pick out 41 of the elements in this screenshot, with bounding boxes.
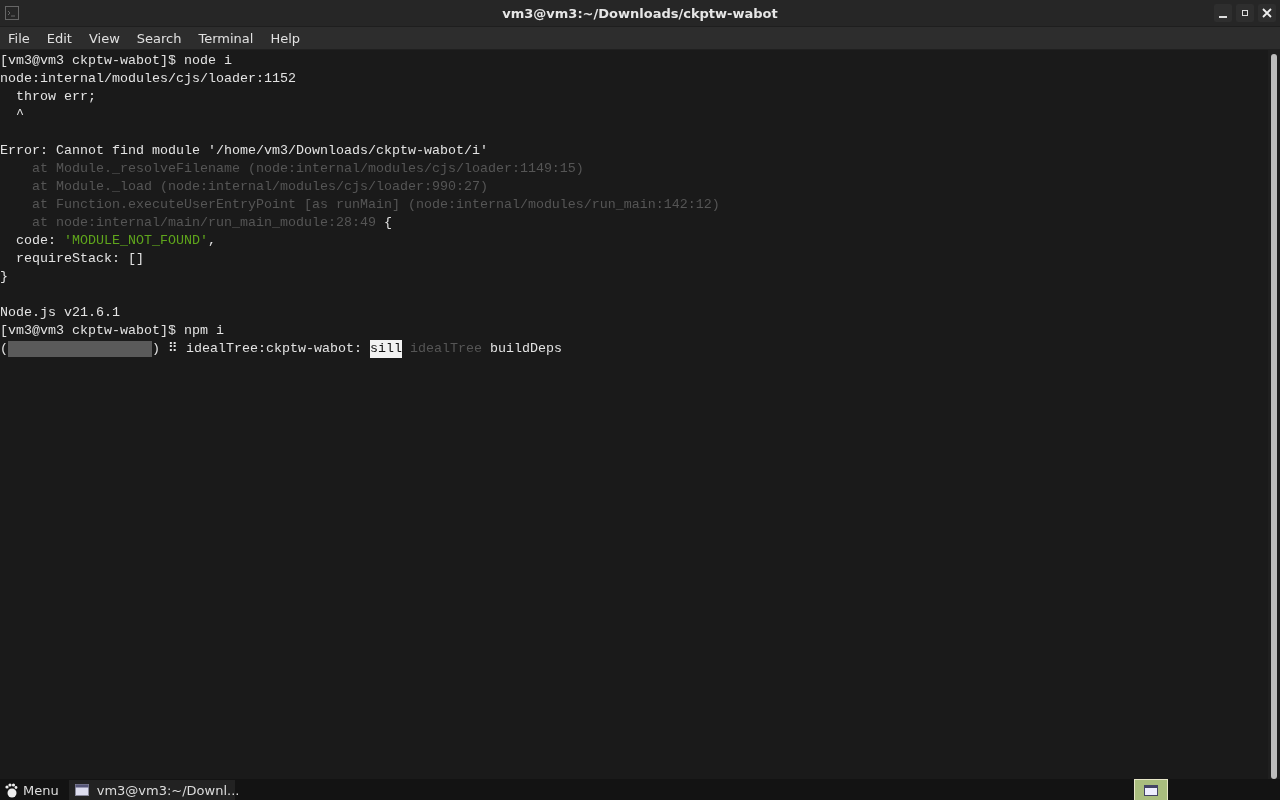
close-button[interactable] — [1258, 4, 1276, 22]
terminal-text: idealTree — [409, 340, 482, 358]
terminal-icon — [5, 6, 19, 20]
scrollbar-thumb[interactable] — [1271, 54, 1277, 779]
terminal-line: at Function.executeUserEntryPoint [as runMain] (node:internal/modules/run_main:142:12) — [31, 197, 720, 212]
menu-item[interactable]: Help — [265, 30, 306, 46]
close-icon — [1261, 7, 1273, 19]
terminal-text: buildDeps — [489, 340, 562, 358]
maximize-button[interactable] — [1236, 4, 1254, 22]
menu-item[interactable]: Edit — [41, 30, 77, 46]
terminal-text: ⠿ — [168, 340, 178, 358]
terminal-text: ) — [152, 340, 160, 358]
terminal-text: ( — [0, 340, 8, 358]
terminal-line: ^ — [15, 107, 24, 122]
window-title: vm3@vm3:~/Downloads/ckptw-wabot — [502, 5, 778, 21]
terminal-line: at Module._load (node:internal/modules/cjs/loader:990:27) — [31, 179, 488, 194]
menu-item[interactable]: View — [83, 30, 125, 46]
terminal-line: } — [0, 269, 8, 284]
window-icon — [74, 784, 89, 796]
terminal-line: [vm3@vm3 ckptw-wabot]$ node i — [0, 53, 232, 68]
terminal-line: at Module._resolveFilename (node:internal/modules/cjs/loader:1149:15) — [31, 161, 584, 176]
minimize-button[interactable] — [1214, 4, 1232, 22]
menu-item[interactable]: Search — [131, 30, 187, 46]
terminal-line: code: 'MODULE_NOT_FOUND', — [15, 233, 216, 248]
terminal-text: idealTree:ckptw-wabot: — [186, 340, 362, 358]
show-desktop-button[interactable] — [1134, 779, 1168, 800]
terminal-line: [vm3@vm3 ckptw-wabot]$ npm i — [0, 323, 224, 338]
menu-button[interactable]: Menu — [0, 782, 65, 798]
foot-icon — [4, 782, 18, 798]
terminal-line: Node.js v21.6.1 — [0, 305, 120, 320]
terminal-line: Error: Cannot find module '/home/vm3/Downloads/ckptw-wabot/i' — [0, 143, 488, 158]
terminal-line: throw err; — [15, 89, 96, 104]
menu-item[interactable]: Terminal — [193, 30, 259, 46]
menu-item[interactable]: File — [3, 30, 35, 46]
highlighted-text: sill — [369, 340, 402, 358]
minimize-icon — [1219, 16, 1227, 18]
terminal-line: requireStack: [] — [15, 251, 144, 266]
terminal-line: at node:internal/main/run_main_module:28:49 { — [31, 215, 392, 230]
maximize-icon — [1240, 8, 1250, 18]
window-icon — [1144, 784, 1158, 796]
terminal-line: node:internal/modules/cjs/loader:1152 — [0, 71, 296, 86]
